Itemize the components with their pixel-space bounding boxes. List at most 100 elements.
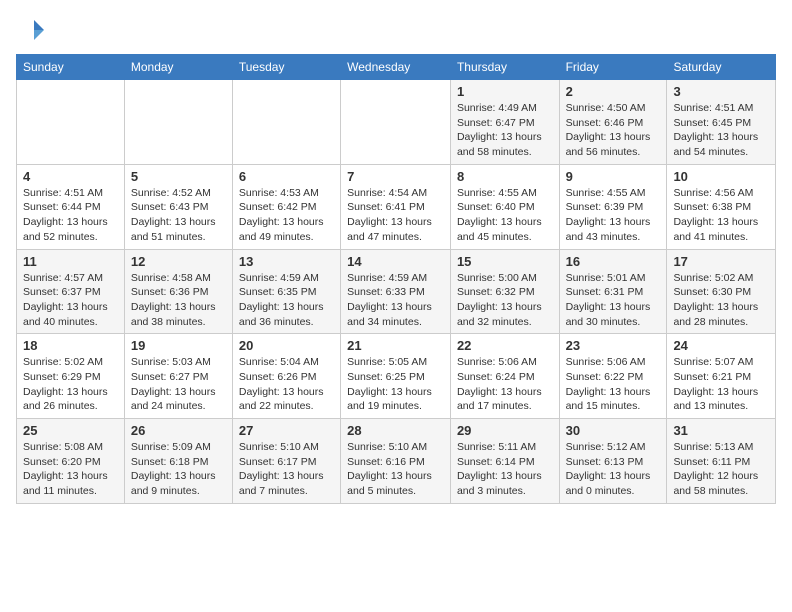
header-sunday: Sunday	[17, 55, 125, 80]
week-row-0: 1Sunrise: 4:49 AM Sunset: 6:47 PM Daylig…	[17, 80, 776, 165]
day-detail: Sunrise: 5:00 AM Sunset: 6:32 PM Dayligh…	[457, 271, 553, 330]
week-row-3: 18 Sunrise: 5:02 AM Sunset: 6:29 PM Dayli…	[17, 334, 776, 419]
calendar-cell: 17Sunrise: 5:02 AM Sunset: 6:30 PM Dayli…	[667, 249, 776, 334]
calendar-cell: 10 Sunrise: 4:56 AM Sunset: 6:38 PM Dayli…	[667, 164, 776, 249]
calendar-cell	[17, 80, 125, 165]
day-number: 13	[239, 254, 334, 269]
week-row-2: 11 Sunrise: 4:57 AM Sunset: 6:37 PM Dayli…	[17, 249, 776, 334]
calendar-cell	[341, 80, 451, 165]
day-detail: Sunrise: 4:51 AM Sunset: 6:44 PM Dayligh…	[23, 186, 118, 245]
day-detail: Sunrise: 4:53 AM Sunset: 6:42 PM Dayligh…	[239, 186, 334, 245]
header-row: Sunday Monday Tuesday Wednesday Thursday…	[17, 55, 776, 80]
calendar-header: Sunday Monday Tuesday Wednesday Thursday…	[17, 55, 776, 80]
day-detail: Sunrise: 5:04 AM Sunset: 6:26 PM Dayligh…	[239, 355, 334, 414]
calendar-cell: 15 Sunrise: 5:00 AM Sunset: 6:32 PM Dayli…	[450, 249, 559, 334]
day-number: 9	[566, 169, 661, 184]
day-number: 18	[23, 338, 118, 353]
day-detail: Sunrise: 4:50 AM Sunset: 6:46 PM Dayligh…	[566, 101, 661, 160]
day-number: 4	[23, 169, 118, 184]
calendar-cell: 25 Sunrise: 5:08 AM Sunset: 6:20 PM Dayli…	[17, 419, 125, 504]
day-number: 22	[457, 338, 553, 353]
day-number: 1	[457, 84, 553, 99]
day-detail: Sunrise: 5:02 AM Sunset: 6:29 PM Dayligh…	[23, 355, 118, 414]
day-number: 29	[457, 423, 553, 438]
day-number: 11	[23, 254, 118, 269]
day-number: 7	[347, 169, 444, 184]
calendar-cell: 11 Sunrise: 4:57 AM Sunset: 6:37 PM Dayli…	[17, 249, 125, 334]
header-friday: Friday	[559, 55, 667, 80]
day-detail: Sunrise: 5:05 AM Sunset: 6:25 PM Dayligh…	[347, 355, 444, 414]
day-detail: Sunrise: 4:57 AM Sunset: 6:37 PM Dayligh…	[23, 271, 118, 330]
calendar-cell: 3Sunrise: 4:51 AM Sunset: 6:45 PM Daylig…	[667, 80, 776, 165]
day-detail: Sunrise: 4:58 AM Sunset: 6:36 PM Dayligh…	[131, 271, 226, 330]
day-number: 5	[131, 169, 226, 184]
day-number: 6	[239, 169, 334, 184]
calendar-cell: 12 Sunrise: 4:58 AM Sunset: 6:36 PM Dayli…	[124, 249, 232, 334]
day-number: 12	[131, 254, 226, 269]
calendar-cell: 16Sunrise: 5:01 AM Sunset: 6:31 PM Dayli…	[559, 249, 667, 334]
calendar-cell: 22 Sunrise: 5:06 AM Sunset: 6:24 PM Dayli…	[450, 334, 559, 419]
calendar-cell: 14 Sunrise: 4:59 AM Sunset: 6:33 PM Dayli…	[341, 249, 451, 334]
day-number: 15	[457, 254, 553, 269]
day-number: 17	[673, 254, 769, 269]
day-detail: Sunrise: 5:06 AM Sunset: 6:22 PM Dayligh…	[566, 355, 661, 414]
day-number: 25	[23, 423, 118, 438]
week-row-1: 4 Sunrise: 4:51 AM Sunset: 6:44 PM Daylig…	[17, 164, 776, 249]
day-detail: Sunrise: 5:10 AM Sunset: 6:16 PM Dayligh…	[347, 440, 444, 499]
day-detail: Sunrise: 5:01 AM Sunset: 6:31 PM Dayligh…	[566, 271, 661, 330]
header-monday: Monday	[124, 55, 232, 80]
day-detail: Sunrise: 4:54 AM Sunset: 6:41 PM Dayligh…	[347, 186, 444, 245]
day-number: 27	[239, 423, 334, 438]
day-number: 23	[566, 338, 661, 353]
day-detail: Sunrise: 5:12 AM Sunset: 6:13 PM Dayligh…	[566, 440, 661, 499]
calendar-cell: 19 Sunrise: 5:03 AM Sunset: 6:27 PM Dayli…	[124, 334, 232, 419]
header-thursday: Thursday	[450, 55, 559, 80]
day-detail: Sunrise: 5:08 AM Sunset: 6:20 PM Dayligh…	[23, 440, 118, 499]
calendar-cell: 21Sunrise: 5:05 AM Sunset: 6:25 PM Dayli…	[341, 334, 451, 419]
day-detail: Sunrise: 5:10 AM Sunset: 6:17 PM Dayligh…	[239, 440, 334, 499]
day-detail: Sunrise: 5:03 AM Sunset: 6:27 PM Dayligh…	[131, 355, 226, 414]
calendar-cell: 20 Sunrise: 5:04 AM Sunset: 6:26 PM Dayli…	[232, 334, 340, 419]
day-detail: Sunrise: 4:55 AM Sunset: 6:40 PM Dayligh…	[457, 186, 553, 245]
day-detail: Sunrise: 4:55 AM Sunset: 6:39 PM Dayligh…	[566, 186, 661, 245]
day-number: 10	[673, 169, 769, 184]
calendar-cell: 8Sunrise: 4:55 AM Sunset: 6:40 PM Daylig…	[450, 164, 559, 249]
day-detail: Sunrise: 4:52 AM Sunset: 6:43 PM Dayligh…	[131, 186, 226, 245]
day-number: 31	[673, 423, 769, 438]
day-number: 14	[347, 254, 444, 269]
day-detail: Sunrise: 5:13 AM Sunset: 6:11 PM Dayligh…	[673, 440, 769, 499]
calendar-cell: 6 Sunrise: 4:53 AM Sunset: 6:42 PM Daylig…	[232, 164, 340, 249]
day-number: 19	[131, 338, 226, 353]
day-number: 28	[347, 423, 444, 438]
calendar-cell: 26 Sunrise: 5:09 AM Sunset: 6:18 PM Dayli…	[124, 419, 232, 504]
calendar-cell: 23 Sunrise: 5:06 AM Sunset: 6:22 PM Dayli…	[559, 334, 667, 419]
calendar-body: 1Sunrise: 4:49 AM Sunset: 6:47 PM Daylig…	[17, 80, 776, 504]
day-number: 26	[131, 423, 226, 438]
page-header	[16, 16, 776, 44]
day-detail: Sunrise: 5:11 AM Sunset: 6:14 PM Dayligh…	[457, 440, 553, 499]
calendar-cell: 24Sunrise: 5:07 AM Sunset: 6:21 PM Dayli…	[667, 334, 776, 419]
day-number: 20	[239, 338, 334, 353]
day-number: 2	[566, 84, 661, 99]
day-detail: Sunrise: 4:56 AM Sunset: 6:38 PM Dayligh…	[673, 186, 769, 245]
calendar-cell: 1Sunrise: 4:49 AM Sunset: 6:47 PM Daylig…	[450, 80, 559, 165]
day-detail: Sunrise: 4:59 AM Sunset: 6:33 PM Dayligh…	[347, 271, 444, 330]
day-detail: Sunrise: 4:59 AM Sunset: 6:35 PM Dayligh…	[239, 271, 334, 330]
header-saturday: Saturday	[667, 55, 776, 80]
day-detail: Sunrise: 4:51 AM Sunset: 6:45 PM Dayligh…	[673, 101, 769, 160]
calendar-cell: 18 Sunrise: 5:02 AM Sunset: 6:29 PM Dayli…	[17, 334, 125, 419]
logo	[16, 16, 48, 44]
logo-icon	[16, 16, 44, 44]
calendar-cell: 2 Sunrise: 4:50 AM Sunset: 6:46 PM Daylig…	[559, 80, 667, 165]
calendar-cell: 4 Sunrise: 4:51 AM Sunset: 6:44 PM Daylig…	[17, 164, 125, 249]
day-detail: Sunrise: 5:07 AM Sunset: 6:21 PM Dayligh…	[673, 355, 769, 414]
calendar-table: Sunday Monday Tuesday Wednesday Thursday…	[16, 54, 776, 504]
calendar-cell: 28 Sunrise: 5:10 AM Sunset: 6:16 PM Dayli…	[341, 419, 451, 504]
calendar-cell: 5 Sunrise: 4:52 AM Sunset: 6:43 PM Daylig…	[124, 164, 232, 249]
header-tuesday: Tuesday	[232, 55, 340, 80]
day-detail: Sunrise: 5:09 AM Sunset: 6:18 PM Dayligh…	[131, 440, 226, 499]
header-wednesday: Wednesday	[341, 55, 451, 80]
calendar-cell	[232, 80, 340, 165]
calendar-cell	[124, 80, 232, 165]
day-detail: Sunrise: 5:06 AM Sunset: 6:24 PM Dayligh…	[457, 355, 553, 414]
